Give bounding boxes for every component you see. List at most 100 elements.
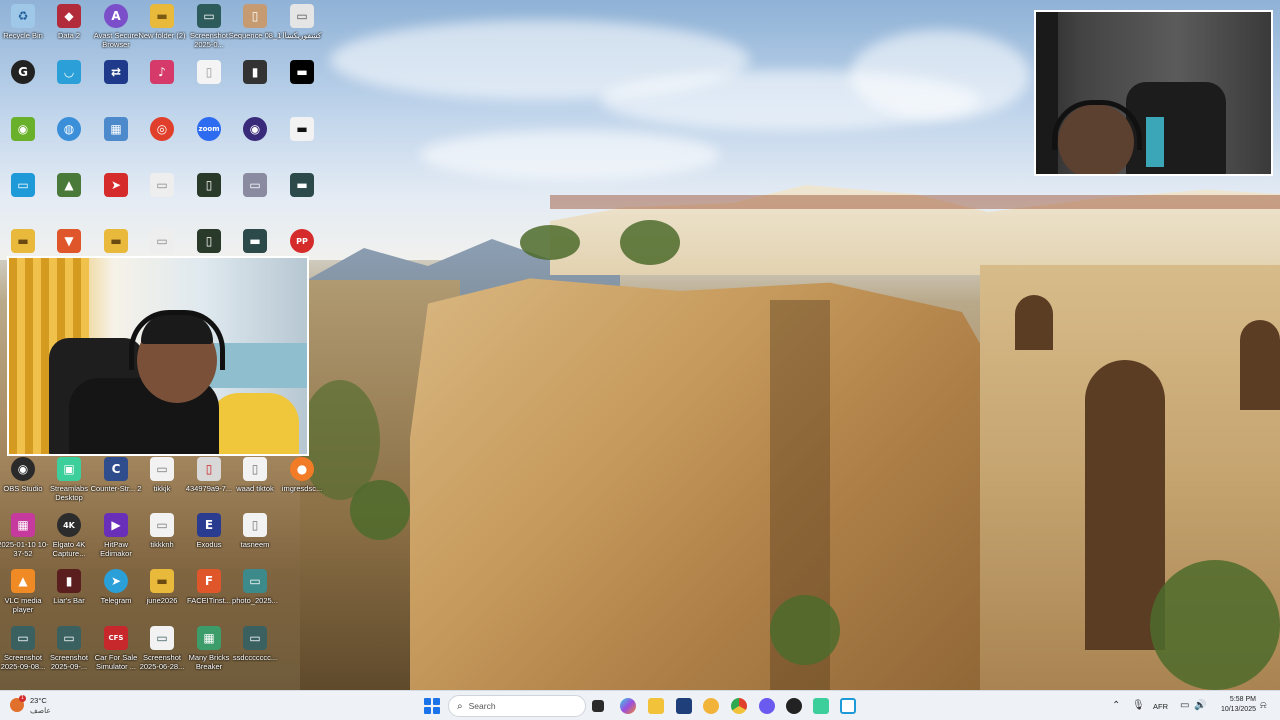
screenshot-file[interactable]: ▭ Screenshot 2025-0...: [186, 4, 232, 54]
app-icon: ▮: [243, 60, 267, 84]
streamlabs-icon[interactable]: [813, 698, 829, 714]
sequence-file[interactable]: ▯ Sequence 08_1: [229, 4, 281, 54]
hitpaw-shortcut[interactable]: ▶ HitPaw Edimakor: [93, 513, 139, 563]
folder-icon: ▬: [150, 4, 174, 28]
start-button[interactable]: [424, 698, 440, 714]
screenshot-file[interactable]: ▭ Screenshot 2025-09-...: [46, 626, 92, 676]
notification-bell-icon[interactable]: ⍾: [1260, 700, 1267, 712]
imgres-file[interactable]: ● imgresdsc...: [279, 457, 325, 507]
car-for-sale-shortcut[interactable]: CFS Car For Sale Simulator ...: [93, 626, 139, 676]
monitor-icon: ▭: [11, 173, 35, 197]
desktop-icon-label: imgresdsc...: [281, 484, 323, 493]
recording-file[interactable]: ▦ 2025-01-10 10-37-52: [0, 513, 49, 563]
desktop-shortcut[interactable]: ◍: [46, 117, 92, 167]
wallpaper-tree: [520, 225, 580, 260]
image-file-icon: ●: [290, 457, 314, 481]
screenshot-file[interactable]: ▭ Screenshot 2025-06-28...: [139, 626, 185, 676]
recycle-bin-shortcut[interactable]: ♻ Recycle Bin: [0, 4, 46, 54]
file-icon: ▬: [290, 173, 314, 197]
faceit-icon: F: [197, 569, 221, 593]
counter-strike-shortcut[interactable]: C Counter-Str... 2: [91, 457, 141, 507]
wallpaper-cloud: [850, 30, 1030, 120]
file-icon: ▭: [150, 173, 174, 197]
language-indicator[interactable]: AFR: [1153, 691, 1168, 720]
notepad-icon[interactable]: [840, 698, 856, 714]
telegram-shortcut[interactable]: ➤ Telegram: [93, 569, 139, 619]
desktop-shortcut[interactable]: ⇄: [93, 60, 139, 110]
desktop-shortcut[interactable]: ▯: [186, 173, 232, 223]
app-icon[interactable]: [703, 698, 719, 714]
desktop-shortcut[interactable]: ▯: [186, 60, 232, 110]
image-file-icon: ▭: [290, 4, 314, 28]
file-icon: ▭: [243, 173, 267, 197]
june2026-folder[interactable]: ▬ june2026: [139, 569, 185, 619]
app-icon: ▲: [57, 173, 81, 197]
data-2-icon: ◆: [57, 4, 81, 28]
screenshot-file[interactable]: ▭ Screenshot 2025-09-08...: [0, 626, 46, 676]
webcam-overlay-top-right: [1034, 10, 1273, 176]
desktop-shortcut[interactable]: ▬: [279, 117, 325, 167]
desktop-shortcut[interactable]: ◎: [139, 117, 185, 167]
desktop-icon-label: photo_2025...: [232, 596, 278, 605]
copilot-icon[interactable]: [620, 698, 636, 714]
weather-widget[interactable]: 1 23°C عاصف: [10, 695, 70, 717]
vlc-shortcut[interactable]: ▲ VLC media player: [0, 569, 46, 619]
webcam-chair-accent: [1146, 117, 1164, 167]
microphone-icon[interactable]: 🎙: [1132, 700, 1145, 712]
desktop-shortcut[interactable]: ➤: [93, 173, 139, 223]
waad-tiktok-file[interactable]: ▯ waad tiktok: [232, 457, 278, 507]
task-view-icon[interactable]: [592, 700, 604, 712]
image-file-icon: ▭: [11, 626, 35, 650]
desktop-shortcut[interactable]: ▬: [279, 173, 325, 223]
desktop-shortcut[interactable]: ♪: [139, 60, 185, 110]
store-icon[interactable]: [676, 698, 692, 714]
avast-browser-shortcut[interactable]: A Avast Secure Browser: [93, 4, 139, 54]
image-file-icon: ▭: [243, 626, 267, 650]
exodus-shortcut[interactable]: E Exodus: [186, 513, 232, 563]
hash-named-file[interactable]: ▯ 434979a9-7...: [186, 457, 232, 507]
image-file-icon: ▭: [243, 569, 267, 593]
streamlabs-shortcut[interactable]: ▣ Streamlabs Desktop: [46, 457, 92, 507]
arabic-named-file[interactable]: ▭ كشفوريكشاا: [279, 4, 325, 54]
many-bricks-breaker-shortcut[interactable]: ▦ Many Bricks Breaker: [186, 626, 232, 676]
desktop-shortcut[interactable]: ▦: [93, 117, 139, 167]
elgato-icon: 4K: [57, 513, 81, 537]
shield-icon: ▼: [57, 229, 81, 253]
chevron-up-icon[interactable]: ⌃: [1112, 700, 1120, 712]
elgato-capture-shortcut[interactable]: 4K Elgato 4K Capture...: [46, 513, 92, 563]
obs-studio-shortcut[interactable]: ◉ OBS Studio: [0, 457, 46, 507]
windows-logo-tile: [424, 707, 431, 714]
desktop-shortcut[interactable]: ▭: [0, 173, 46, 223]
file-explorer-icon[interactable]: [648, 698, 664, 714]
chrome-icon[interactable]: [731, 698, 747, 714]
weather-temperature: 23°C: [30, 696, 47, 705]
network-icon[interactable]: ▭: [1180, 700, 1189, 712]
desktop-shortcut[interactable]: ◡: [46, 60, 92, 110]
app-icon: G: [11, 60, 35, 84]
desktop-shortcut[interactable]: ◉: [232, 117, 278, 167]
new-folder-shortcut[interactable]: ▬ New folder (2): [138, 4, 186, 54]
faceit-installer[interactable]: F FACEITinst...: [186, 569, 232, 619]
tasneem-file[interactable]: ▯ tasneem: [232, 513, 278, 563]
app-icon: ◡: [57, 60, 81, 84]
data-2-shortcut[interactable]: ◆ Data 2: [46, 4, 92, 54]
desktop-shortcut[interactable]: ▲: [46, 173, 92, 223]
image-file-icon: ▭: [150, 626, 174, 650]
taskbar-search-box[interactable]: ⌕ Search: [448, 695, 586, 717]
desktop-shortcut[interactable]: ▭: [232, 173, 278, 223]
discord-icon[interactable]: [759, 698, 775, 714]
obs-icon[interactable]: [786, 698, 802, 714]
volume-icon[interactable]: 🔊: [1194, 700, 1206, 712]
taskbar-clock[interactable]: 5:58 PM 10/13/2025: [1210, 695, 1256, 715]
desktop-shortcut[interactable]: ▮: [232, 60, 278, 110]
desktop-shortcut[interactable]: ▬: [279, 60, 325, 110]
tikkknh-file[interactable]: ▭ tikkknh: [139, 513, 185, 563]
liars-bar-shortcut[interactable]: ▮ Liar's Bar: [46, 569, 92, 619]
desktop-shortcut[interactable]: ▭: [139, 173, 185, 223]
desktop-shortcut[interactable]: zoom: [186, 117, 232, 167]
desktop-shortcut[interactable]: ◉: [0, 117, 46, 167]
desktop-shortcut[interactable]: G: [0, 60, 46, 110]
ssdccc-file[interactable]: ▭ ssdccccccc...: [232, 626, 278, 676]
tikkjk-file[interactable]: ▭ tikkjk: [139, 457, 185, 507]
photo-file[interactable]: ▭ photo_2025...: [232, 569, 278, 619]
